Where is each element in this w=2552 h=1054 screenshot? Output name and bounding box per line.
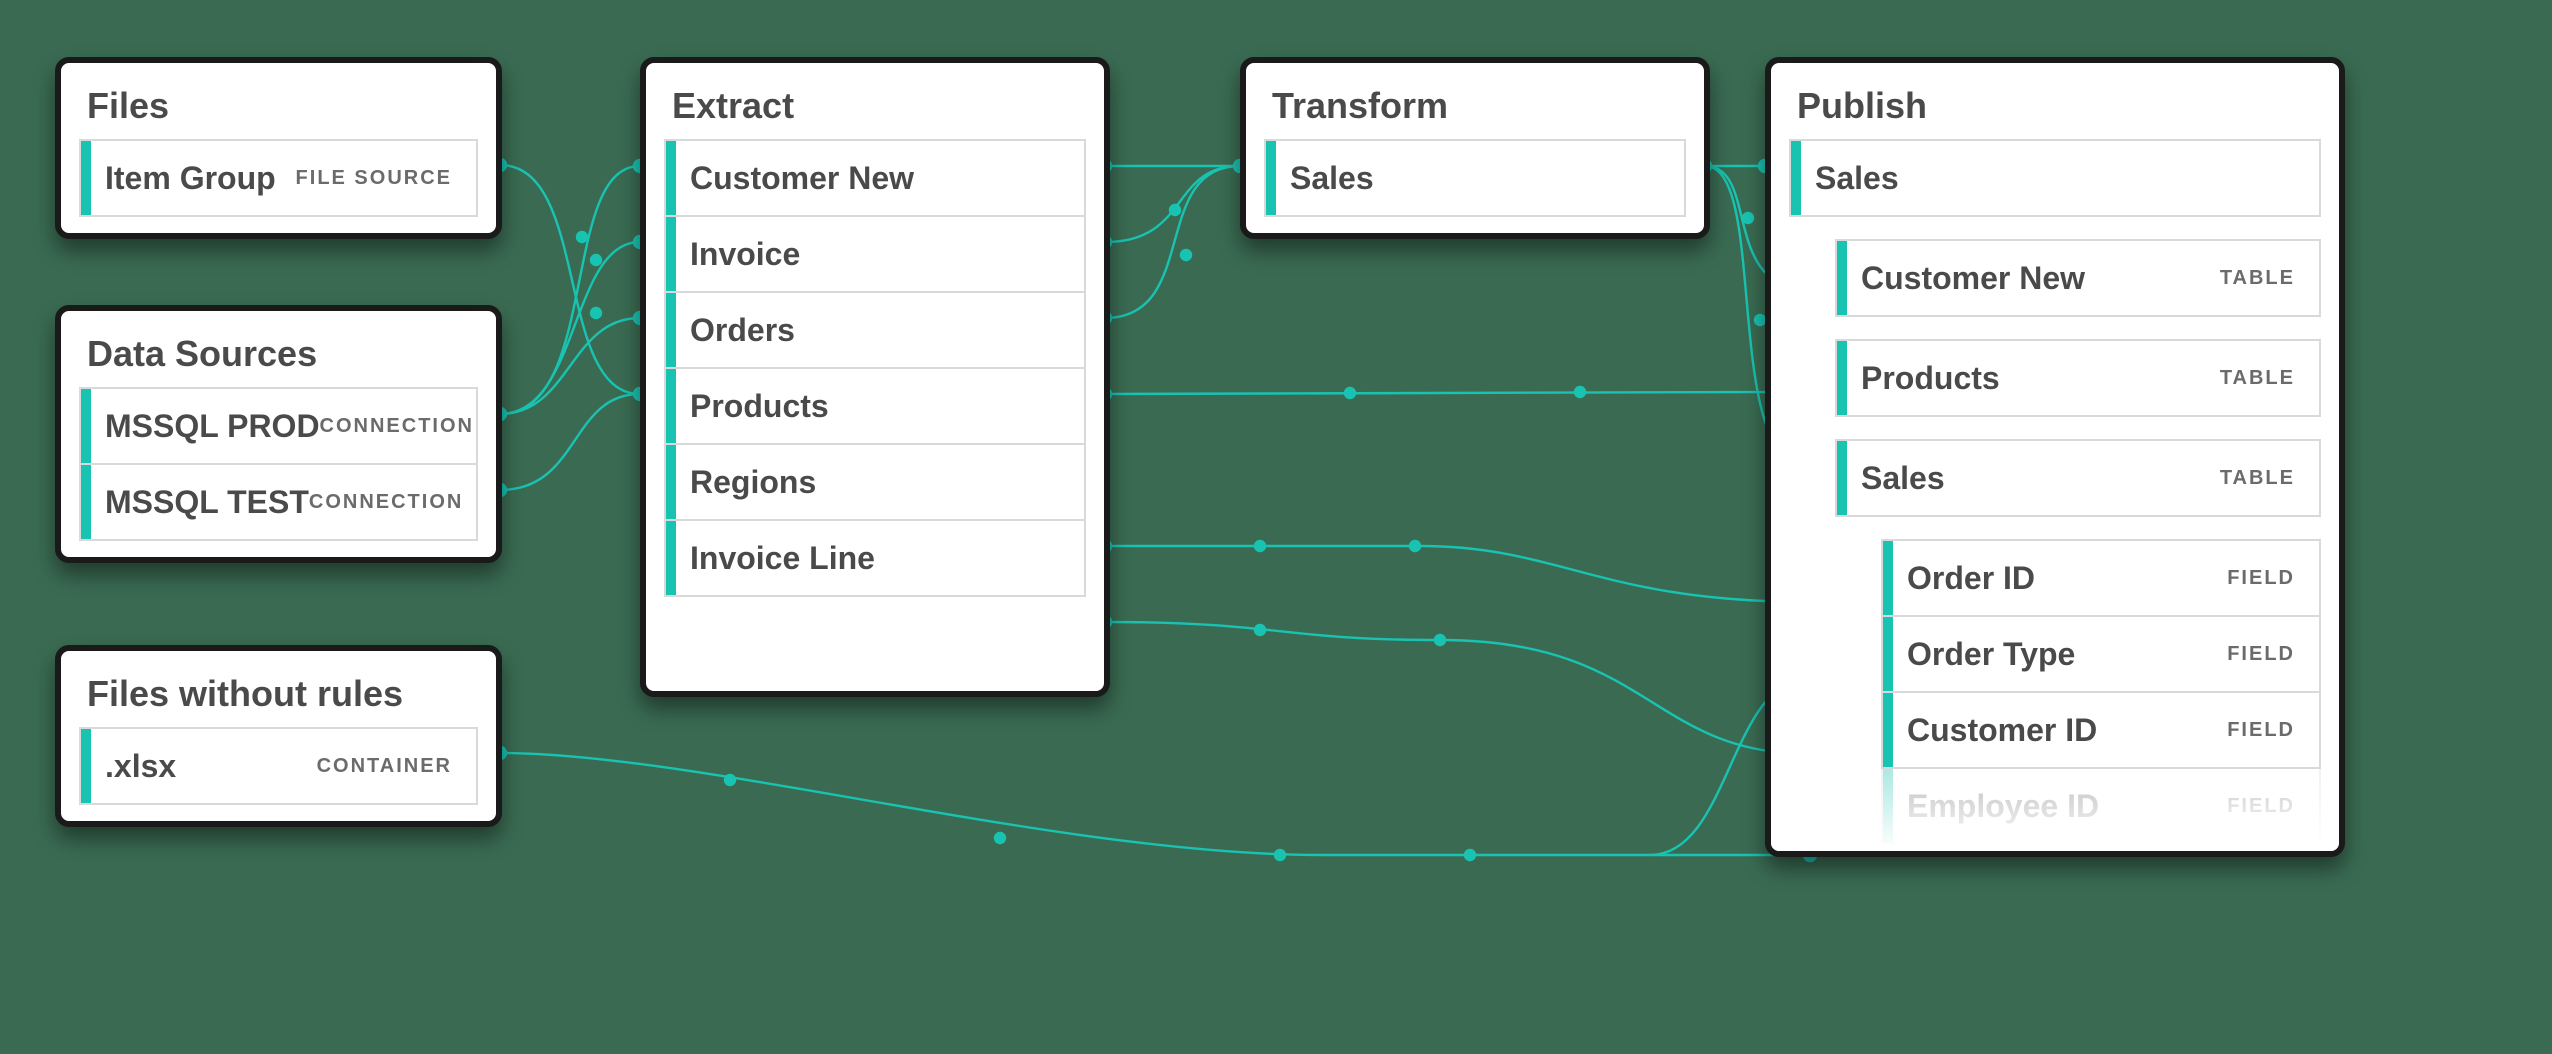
row-label: Employee ID <box>1907 788 2099 825</box>
row-accent <box>81 141 91 215</box>
row-label: Invoice Line <box>690 540 875 577</box>
row-tag: TABLE <box>2220 367 2295 390</box>
row-label: Sales <box>1861 460 1945 497</box>
row-mssql-test[interactable]: MSSQL TEST CONNECTION <box>79 463 478 541</box>
row-tag: CONNECTION <box>309 491 463 514</box>
row-tag: FIELD <box>2227 795 2295 818</box>
row-xlsx[interactable]: .xlsx CONTAINER <box>79 727 478 805</box>
row-label: Order ID <box>1907 560 2035 597</box>
row-accent <box>1266 141 1276 215</box>
row-tag: TABLE <box>2220 467 2295 490</box>
panel-data-sources: Data Sources MSSQL PROD CONNECTION MSSQL… <box>55 305 502 563</box>
panel-title-publish: Publish <box>1789 81 2321 141</box>
row-accent <box>81 729 91 803</box>
row-accent <box>1791 141 1801 215</box>
row-files-item-group[interactable]: Item Group FILE SOURCE <box>79 139 478 217</box>
row-extract-regions[interactable]: Regions <box>664 443 1086 521</box>
row-accent <box>81 389 91 463</box>
row-accent <box>1837 241 1847 315</box>
row-label: Sales <box>1290 160 1374 197</box>
row-accent <box>666 293 676 367</box>
row-label: Customer ID <box>1907 712 2097 749</box>
panel-extract: Extract Customer New Invoice Orders Prod… <box>640 57 1110 697</box>
row-tag: CONTAINER <box>317 755 452 778</box>
row-accent <box>1837 341 1847 415</box>
row-publish-products[interactable]: Products TABLE <box>1835 339 2321 417</box>
panel-title-data-sources: Data Sources <box>79 329 478 389</box>
row-tag: TABLE <box>2220 267 2295 290</box>
row-extract-customer-new[interactable]: Customer New <box>664 139 1086 217</box>
panel-files-without-rules: Files without rules .xlsx CONTAINER <box>55 645 502 827</box>
row-accent <box>666 369 676 443</box>
row-label: Sales <box>1815 160 1899 197</box>
row-label: MSSQL TEST <box>105 484 309 521</box>
row-label: Products <box>690 388 829 425</box>
row-label: Order Type <box>1907 636 2075 673</box>
row-accent <box>1883 769 1893 843</box>
row-label: MSSQL PROD <box>105 408 320 445</box>
row-label: Customer New <box>1861 260 2085 297</box>
row-publish-sales-table[interactable]: Sales TABLE <box>1835 439 2321 517</box>
panel-title-transform: Transform <box>1264 81 1686 141</box>
row-label: Item Group <box>105 160 276 197</box>
row-publish-employee-id[interactable]: Employee ID FIELD <box>1881 767 2321 845</box>
row-publish-customer-id[interactable]: Customer ID FIELD <box>1881 691 2321 769</box>
row-label: Customer New <box>690 160 914 197</box>
row-publish-order-id[interactable]: Order ID FIELD <box>1881 539 2321 617</box>
row-tag: CONNECTION <box>320 415 474 438</box>
panel-files: Files Item Group FILE SOURCE <box>55 57 502 239</box>
panel-title-extract: Extract <box>664 81 1086 141</box>
row-accent <box>666 445 676 519</box>
row-accent <box>666 141 676 215</box>
row-extract-products[interactable]: Products <box>664 367 1086 445</box>
row-publish-sales[interactable]: Sales <box>1789 139 2321 217</box>
row-accent <box>1837 441 1847 515</box>
row-publish-customer-new[interactable]: Customer New TABLE <box>1835 239 2321 317</box>
row-accent <box>81 465 91 539</box>
row-label: .xlsx <box>105 748 176 785</box>
row-tag: FILE SOURCE <box>296 167 452 190</box>
row-extract-invoice[interactable]: Invoice <box>664 215 1086 293</box>
row-label: Products <box>1861 360 2000 397</box>
row-accent <box>1883 617 1893 691</box>
panel-transform: Transform Sales <box>1240 57 1710 239</box>
panel-title-files-without-rules: Files without rules <box>79 669 478 729</box>
row-tag: FIELD <box>2227 643 2295 666</box>
row-tag: FIELD <box>2227 567 2295 590</box>
row-tag: FIELD <box>2227 719 2295 742</box>
row-accent <box>1883 541 1893 615</box>
row-transform-sales[interactable]: Sales <box>1264 139 1686 217</box>
row-label: Invoice <box>690 236 800 273</box>
row-extract-orders[interactable]: Orders <box>664 291 1086 369</box>
row-publish-order-type[interactable]: Order Type FIELD <box>1881 615 2321 693</box>
row-label: Regions <box>690 464 816 501</box>
row-accent <box>666 217 676 291</box>
row-label: Orders <box>690 312 795 349</box>
row-extract-invoice-line[interactable]: Invoice Line <box>664 519 1086 597</box>
row-accent <box>666 521 676 595</box>
row-mssql-prod[interactable]: MSSQL PROD CONNECTION <box>79 387 478 465</box>
panel-publish: Publish Sales Customer New TABLE Product… <box>1765 57 2345 857</box>
panel-title-files: Files <box>79 81 478 141</box>
row-accent <box>1883 693 1893 767</box>
